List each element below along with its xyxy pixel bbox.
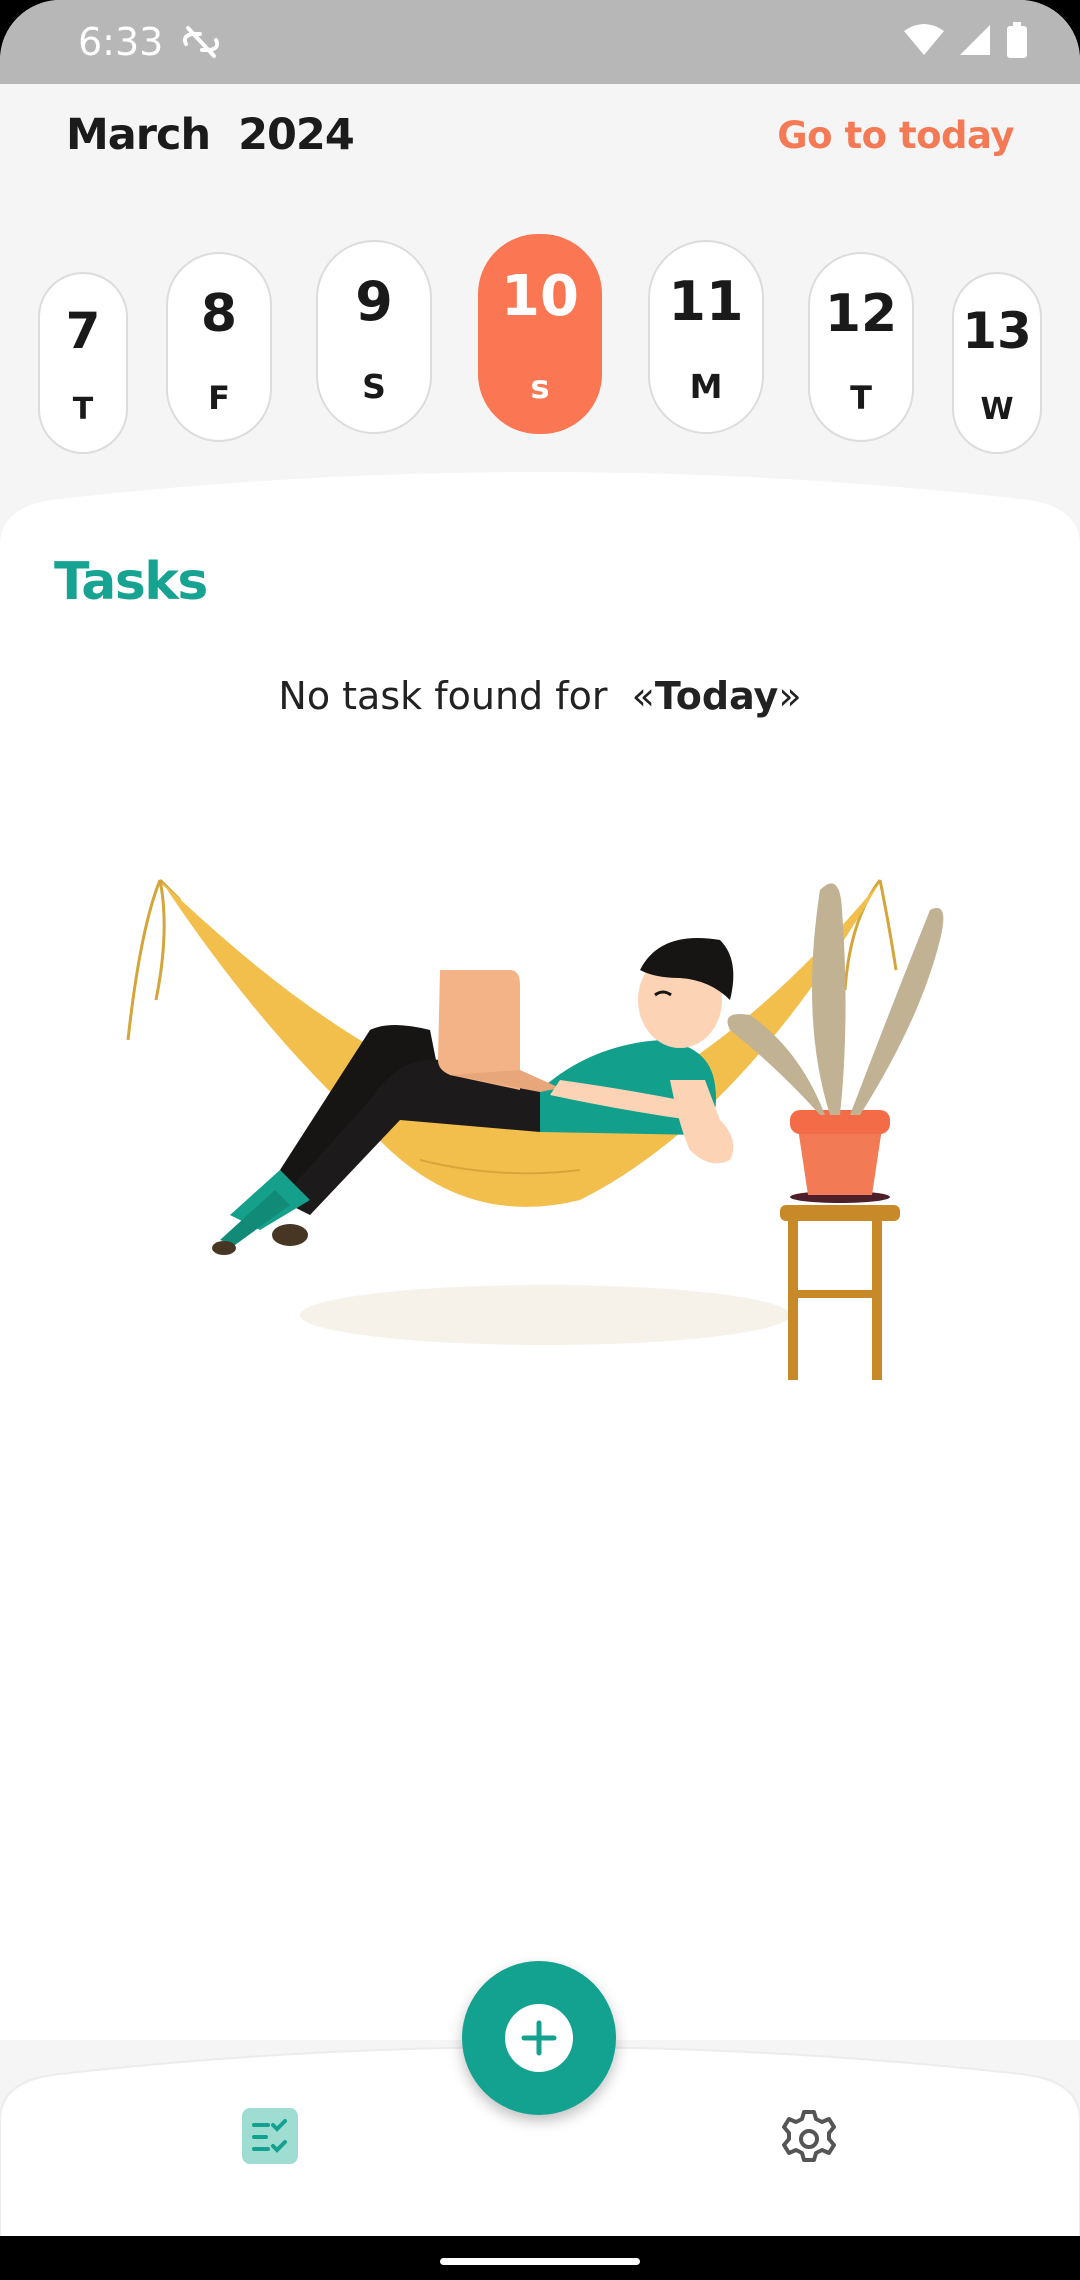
empty-state-message: No task found for «Today» [0, 674, 1080, 718]
day-pill-9[interactable]: 9 S [316, 240, 432, 434]
day-of-week: S [362, 367, 386, 406]
day-pill-8[interactable]: 8 F [166, 252, 272, 442]
nav-settings-tab[interactable] [778, 2108, 840, 2175]
day-number: 7 [65, 302, 101, 360]
nav-tasks-tab[interactable] [242, 2108, 298, 2169]
quote-open: « [631, 674, 655, 718]
day-pill-13[interactable]: 13 W [952, 272, 1042, 454]
day-of-week: F [208, 379, 230, 417]
day-of-week: s [530, 368, 550, 406]
wifi-icon [904, 24, 944, 55]
tasks-heading: Tasks [54, 552, 208, 612]
gear-icon [782, 2110, 836, 2162]
battery-icon [1007, 22, 1027, 58]
add-task-button[interactable] [462, 1961, 616, 2115]
task-list-icon [242, 2108, 298, 2164]
day-of-week: W [980, 392, 1014, 427]
day-pill-11[interactable]: 11 M [648, 240, 764, 434]
status-bar: 6:33 [0, 0, 1080, 84]
link-off-icon [180, 24, 222, 65]
day-number: 11 [668, 270, 744, 333]
day-number: 9 [355, 270, 393, 333]
empty-prefix: No task found for [278, 674, 620, 718]
year-label: 2024 [238, 110, 355, 160]
day-number: 13 [962, 302, 1032, 360]
day-number: 10 [501, 264, 579, 329]
plus-icon [505, 2004, 573, 2072]
month-title: March 2024 [66, 110, 355, 160]
month-label: March [66, 110, 211, 160]
day-of-week: T [72, 392, 94, 427]
day-pill-12[interactable]: 12 T [808, 252, 914, 442]
app-screen: 6:33 March 2024 Go to today 7 T 8 F 9 S … [0, 0, 1080, 2280]
day-pill-10[interactable]: 10 s [478, 234, 602, 434]
day-of-week: T [850, 379, 872, 417]
day-pill-7[interactable]: 7 T [38, 272, 128, 454]
status-time: 6:33 [78, 20, 164, 64]
go-to-today-button[interactable]: Go to today [777, 114, 1014, 157]
quote-close: » [778, 674, 802, 718]
hammock-illustration [126, 878, 944, 1380]
empty-day: Today [654, 674, 779, 718]
day-number: 12 [824, 284, 898, 344]
day-of-week: M [689, 367, 723, 406]
day-number: 8 [200, 284, 238, 344]
signal-icon [960, 25, 990, 55]
home-handle[interactable] [440, 2258, 640, 2265]
